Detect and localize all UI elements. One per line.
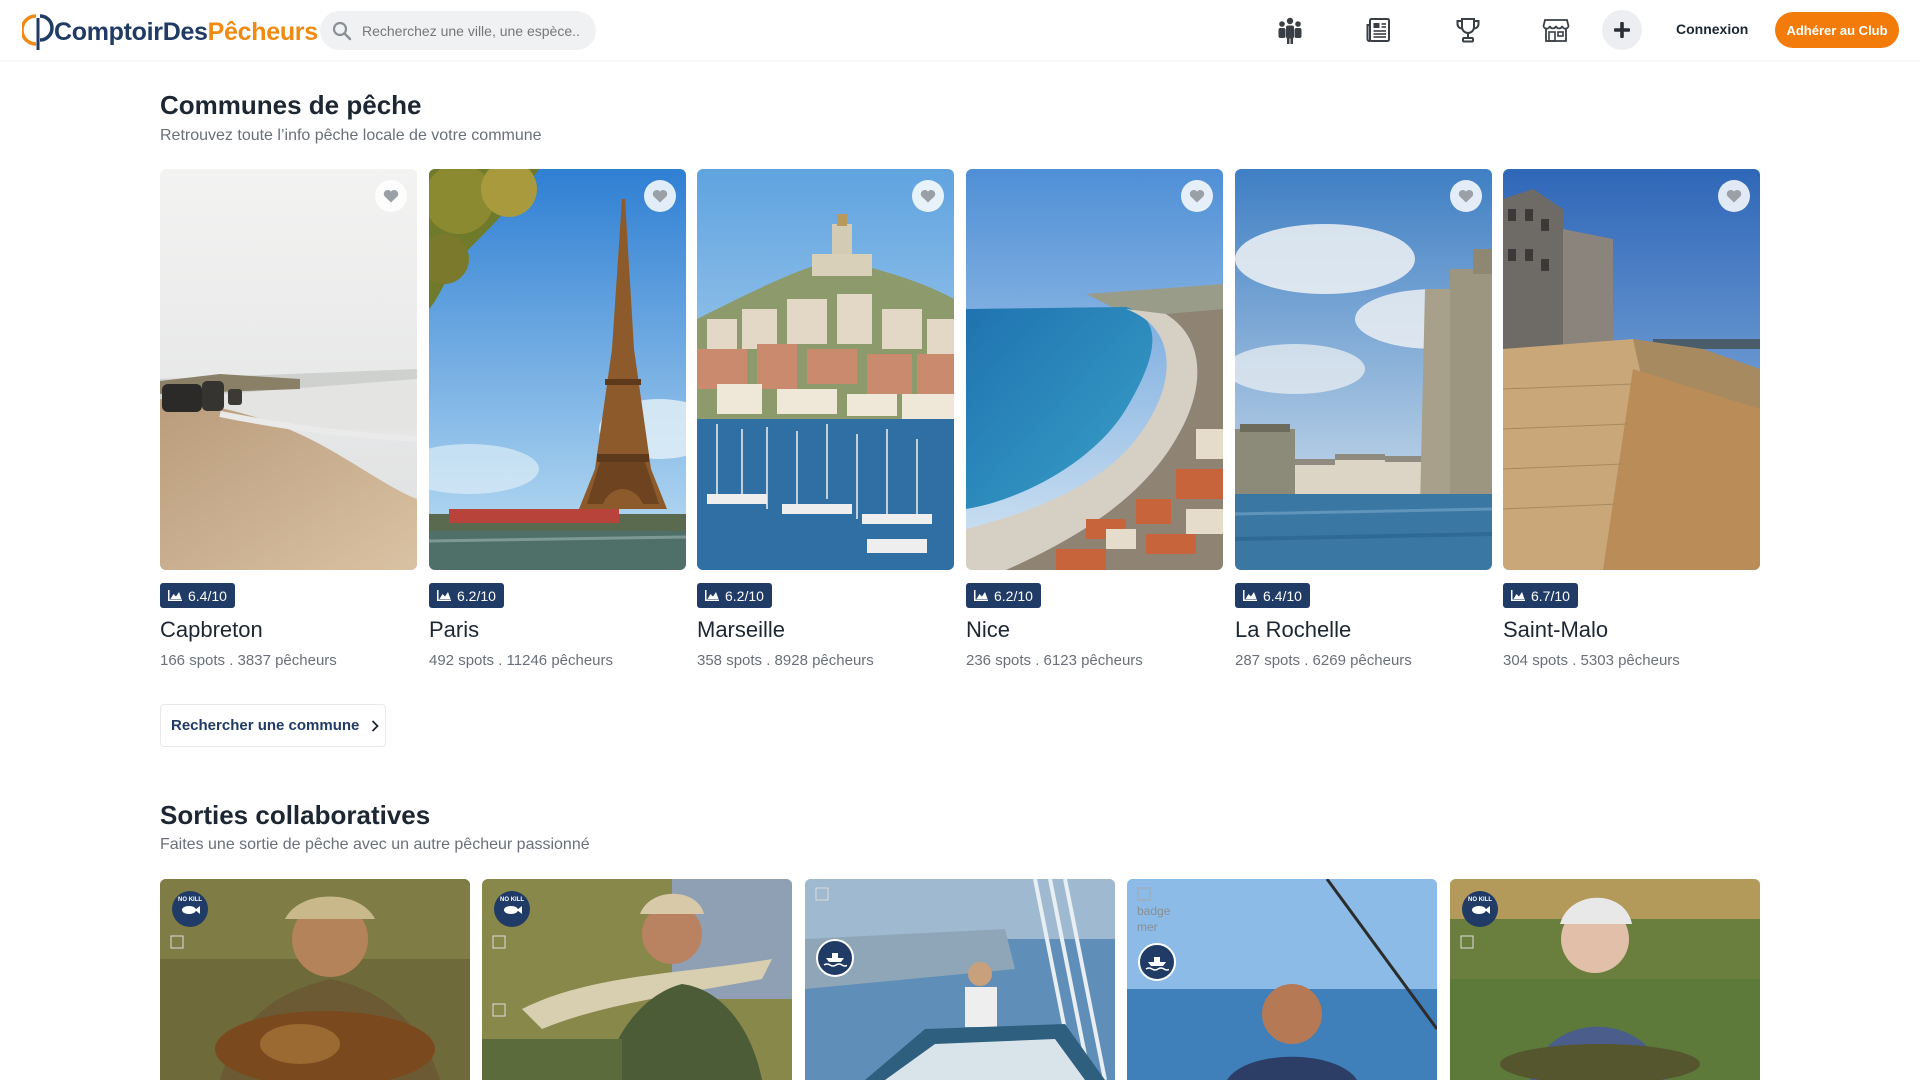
outing-photo bbox=[805, 879, 1115, 1080]
city-name: Nice bbox=[966, 617, 1011, 642]
favorite-button[interactable] bbox=[912, 180, 944, 212]
commune-card-la-rochelle[interactable]: 6.4/10 La Rochelle 287 spots . 6269 pêch… bbox=[1235, 169, 1492, 669]
commune-card-marseille[interactable]: 6.2/10 Marseille 358 spots . 8928 pêcheu… bbox=[697, 169, 954, 669]
mountain-chart-icon bbox=[974, 589, 988, 601]
city-stats: 304 spots . 5303 pêcheurs bbox=[1503, 652, 1680, 669]
logo-text: ComptoirDesPêcheurs bbox=[54, 17, 318, 46]
city-name: La Rochelle bbox=[1235, 617, 1352, 642]
site-logo[interactable]: ComptoirDesPêcheurs bbox=[20, 12, 318, 52]
no-kill-badge: NO KILL bbox=[172, 891, 208, 927]
shop-icon[interactable] bbox=[1538, 12, 1574, 48]
mountain-chart-icon bbox=[437, 589, 451, 601]
badge-alt-text: badge mer bbox=[1137, 904, 1171, 934]
search-commune-button[interactable]: Rechercher une commune bbox=[160, 704, 386, 747]
commune-photo bbox=[1503, 169, 1760, 570]
heart-icon bbox=[920, 190, 936, 203]
city-stats: 492 spots . 11246 pêcheurs bbox=[429, 652, 614, 669]
outing-card[interactable]: NO KILL bbox=[482, 879, 792, 1080]
favorite-button[interactable] bbox=[375, 180, 407, 212]
add-button[interactable] bbox=[1602, 10, 1642, 50]
heart-icon bbox=[1189, 190, 1205, 203]
city-name: Paris bbox=[429, 617, 480, 642]
commune-card-saint-malo[interactable]: 6.7/10 Saint-Malo 304 spots . 5303 pêche… bbox=[1503, 169, 1760, 669]
logo-mark-icon bbox=[20, 12, 54, 52]
favorite-button[interactable] bbox=[1450, 180, 1482, 212]
section-title-sorties: Sorties collaboratives bbox=[160, 800, 431, 830]
mountain-chart-icon bbox=[168, 589, 182, 601]
sea-fishing-badge bbox=[1138, 943, 1176, 981]
outing-card[interactable] bbox=[805, 879, 1115, 1080]
city-stats: 358 spots . 8928 pêcheurs bbox=[697, 652, 874, 669]
heart-icon bbox=[383, 190, 399, 203]
search-icon bbox=[332, 21, 352, 40]
community-icon[interactable] bbox=[1272, 12, 1308, 48]
commune-card-capbreton[interactable]: 6.4/10 Capbreton 166 spots . 3837 pêcheu… bbox=[160, 169, 417, 669]
fish-icon bbox=[1472, 906, 1490, 914]
join-club-button[interactable]: Adhérer au Club bbox=[1775, 12, 1899, 48]
favorite-button[interactable] bbox=[1181, 180, 1213, 212]
broken-image-icon bbox=[492, 935, 506, 953]
boat-icon bbox=[1145, 957, 1169, 971]
section-subtitle-sorties: Faites une sortie de pêche avec un autre… bbox=[160, 836, 590, 853]
outing-card[interactable]: NO KILL bbox=[160, 879, 470, 1080]
fish-icon bbox=[504, 906, 522, 914]
heart-icon bbox=[1726, 190, 1742, 203]
commune-photo bbox=[160, 169, 417, 570]
broken-image-icon bbox=[492, 1003, 506, 1021]
top-header: ComptoirDesPêcheurs Recherchez une ville… bbox=[0, 0, 1920, 60]
search-input[interactable] bbox=[362, 22, 582, 39]
mountain-chart-icon bbox=[1243, 589, 1257, 601]
boat-icon bbox=[823, 953, 847, 967]
fish-icon bbox=[182, 906, 200, 914]
mountain-chart-icon bbox=[705, 589, 719, 601]
plus-icon bbox=[1614, 22, 1630, 38]
favorite-button[interactable] bbox=[644, 180, 676, 212]
score-badge: 6.2/10 bbox=[429, 583, 504, 608]
broken-image-icon bbox=[815, 887, 829, 905]
score-badge: 6.2/10 bbox=[697, 583, 772, 608]
city-stats: 166 spots . 3837 pêcheurs bbox=[160, 652, 337, 669]
heart-icon bbox=[652, 190, 668, 203]
no-kill-badge: NO KILL bbox=[494, 891, 530, 927]
city-name: Capbreton bbox=[160, 617, 263, 642]
news-icon[interactable] bbox=[1361, 12, 1397, 48]
chevron-right-icon bbox=[372, 719, 380, 732]
search-bar[interactable] bbox=[320, 11, 596, 50]
broken-image-icon bbox=[170, 935, 184, 953]
city-stats: 236 spots . 6123 pêcheurs bbox=[966, 652, 1143, 669]
score-badge: 6.2/10 bbox=[966, 583, 1041, 608]
login-link[interactable]: Connexion bbox=[1676, 21, 1748, 37]
sea-fishing-badge bbox=[816, 939, 854, 977]
outing-card[interactable]: NO KILL bbox=[1450, 879, 1760, 1080]
city-name: Marseille bbox=[697, 617, 786, 642]
section-title-communes: Communes de pêche bbox=[160, 90, 422, 120]
score-badge: 6.4/10 bbox=[1235, 583, 1310, 608]
score-badge: 6.7/10 bbox=[1503, 583, 1578, 608]
commune-photo bbox=[966, 169, 1223, 570]
mountain-chart-icon bbox=[1511, 589, 1525, 601]
city-stats: 287 spots . 6269 pêcheurs bbox=[1235, 652, 1412, 669]
city-name: Saint-Malo bbox=[1503, 617, 1609, 642]
score-badge: 6.4/10 bbox=[160, 583, 235, 608]
heart-icon bbox=[1458, 190, 1474, 203]
search-commune-label: Rechercher une commune bbox=[171, 717, 360, 734]
commune-photo bbox=[1235, 169, 1492, 570]
broken-image-icon bbox=[1460, 935, 1474, 953]
commune-card-paris[interactable]: 6.2/10 Paris 492 spots . 11246 pêcheurs bbox=[429, 169, 686, 669]
section-subtitle-communes: Retrouvez toute l’info pêche locale de v… bbox=[160, 127, 542, 144]
trophy-icon[interactable] bbox=[1450, 12, 1486, 48]
favorite-button[interactable] bbox=[1718, 180, 1750, 212]
commune-card-nice[interactable]: 6.2/10 Nice 236 spots . 6123 pêcheurs bbox=[966, 169, 1223, 669]
commune-photo bbox=[429, 169, 686, 570]
no-kill-badge: NO KILL bbox=[1462, 891, 1498, 927]
commune-photo bbox=[697, 169, 954, 570]
outing-card[interactable]: badge mer bbox=[1127, 879, 1437, 1080]
